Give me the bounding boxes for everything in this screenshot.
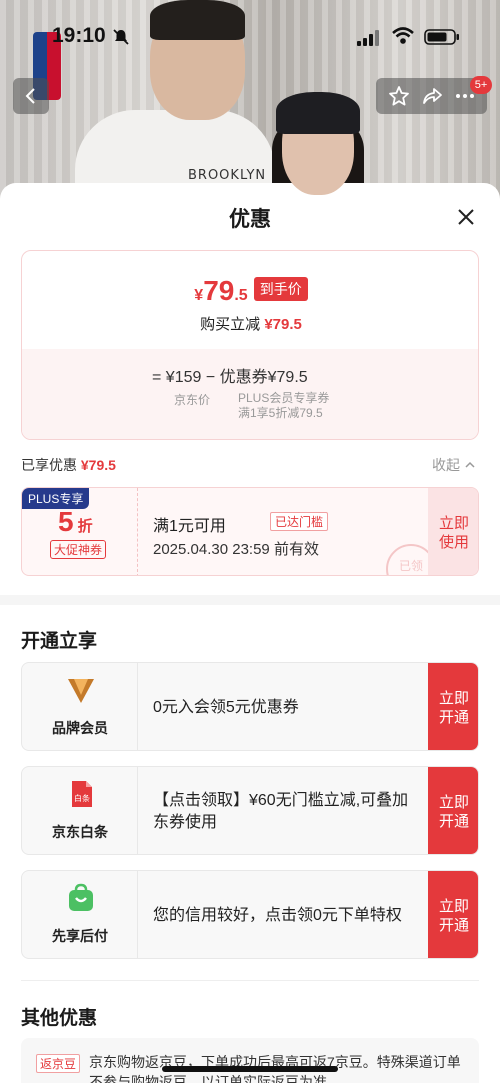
star-favorite-icon[interactable] bbox=[388, 85, 410, 107]
status-bar: 19:10 bbox=[0, 0, 500, 100]
brand-member-card[interactable]: 品牌会员 0元入会领5元优惠券 立即开通 bbox=[21, 662, 479, 751]
svg-text:白条: 白条 bbox=[74, 793, 90, 803]
plus-coupon-card[interactable]: PLUS专享 5折 大促神券 满1元可用 已达门槛 2025.04.30 23:… bbox=[21, 487, 479, 576]
open-section-title: 开通立享 bbox=[21, 631, 98, 652]
wifi-icon bbox=[392, 27, 414, 44]
promo-tag: 大促神券 bbox=[50, 540, 107, 559]
status-time: 19:10 bbox=[52, 24, 106, 47]
coupon-discount: 5折 bbox=[58, 506, 93, 537]
discount-sheet: 优惠 ¥ 79 .5 到手价 购买立减 ¥79.5 = ¥159 − 优惠券¥7… bbox=[0, 183, 500, 1083]
coupon-expiry: 2025.04.30 23:59 前有效 bbox=[153, 541, 319, 558]
final-price: ¥ 79 .5 到手价 bbox=[22, 275, 478, 307]
share-icon[interactable] bbox=[421, 85, 443, 107]
jingdou-rebate-card: 返京豆 京东购物返京豆，下单成功后最高可返7京豆。特殊渠道订单不参与购物返豆，以… bbox=[21, 1038, 479, 1083]
member-offer-text: 0元入会领5元优惠券 bbox=[153, 698, 299, 716]
bell-muted-icon bbox=[113, 29, 129, 45]
collapse-toggle[interactable]: 收起 bbox=[432, 455, 476, 475]
pay-later-offer-text: 您的信用较好，点击领0元下单特权 bbox=[153, 906, 402, 924]
coupon-condition: 满1元可用 bbox=[153, 518, 226, 535]
brand-member-icon bbox=[68, 679, 94, 703]
shopping-bag-icon bbox=[69, 883, 93, 911]
chevron-left-icon bbox=[25, 88, 35, 104]
open-now-button[interactable]: 立即开通 bbox=[428, 767, 478, 854]
base-price-label: 京东价 bbox=[174, 393, 211, 407]
price-summary-card: ¥ 79 .5 到手价 购买立减 ¥79.5 = ¥159 − 优惠券¥79.5… bbox=[21, 250, 479, 440]
message-count-badge: 5+ bbox=[470, 76, 492, 94]
other-section-title: 其他优惠 bbox=[21, 1008, 98, 1029]
back-button[interactable] bbox=[13, 78, 49, 114]
sheet-title: 优惠 bbox=[229, 208, 271, 231]
divider bbox=[21, 980, 479, 981]
battery-icon bbox=[424, 29, 459, 45]
final-price-tag: 到手价 bbox=[253, 277, 308, 301]
coupon-label: PLUS会员专享券 满1享5折减79.5 bbox=[238, 391, 330, 420]
baitiao-card[interactable]: 白条 京东白条 【点击领取】¥60无门槛立减,可叠加东券使用 立即开通 bbox=[21, 766, 479, 855]
purchase-reduction: 购买立减 ¥79.5 bbox=[200, 316, 302, 333]
close-icon[interactable] bbox=[452, 203, 480, 231]
enjoyed-discount: 已享优惠 ¥79.5 bbox=[21, 457, 116, 473]
open-now-button[interactable]: 立即开通 bbox=[428, 871, 478, 958]
use-now-button[interactable]: 立即使用 bbox=[428, 488, 478, 575]
open-now-button[interactable]: 立即开通 bbox=[428, 663, 478, 750]
baitiao-offer-text: 【点击领取】¥60无门槛立减,可叠加东券使用 bbox=[153, 791, 409, 831]
pay-later-card[interactable]: 先享后付 您的信用较好，点击领0元下单特权 立即开通 bbox=[21, 870, 479, 959]
signal-icon bbox=[357, 30, 379, 46]
home-indicator[interactable] bbox=[162, 1066, 338, 1072]
jingdou-tag: 返京豆 bbox=[36, 1054, 81, 1073]
section-divider bbox=[0, 595, 500, 605]
baitiao-icon: 白条 bbox=[72, 781, 92, 807]
threshold-met-tag: 已达门槛 bbox=[270, 512, 329, 531]
chevron-up-icon bbox=[465, 461, 475, 468]
price-equation: = ¥159 − 优惠券¥79.5 bbox=[152, 369, 308, 386]
